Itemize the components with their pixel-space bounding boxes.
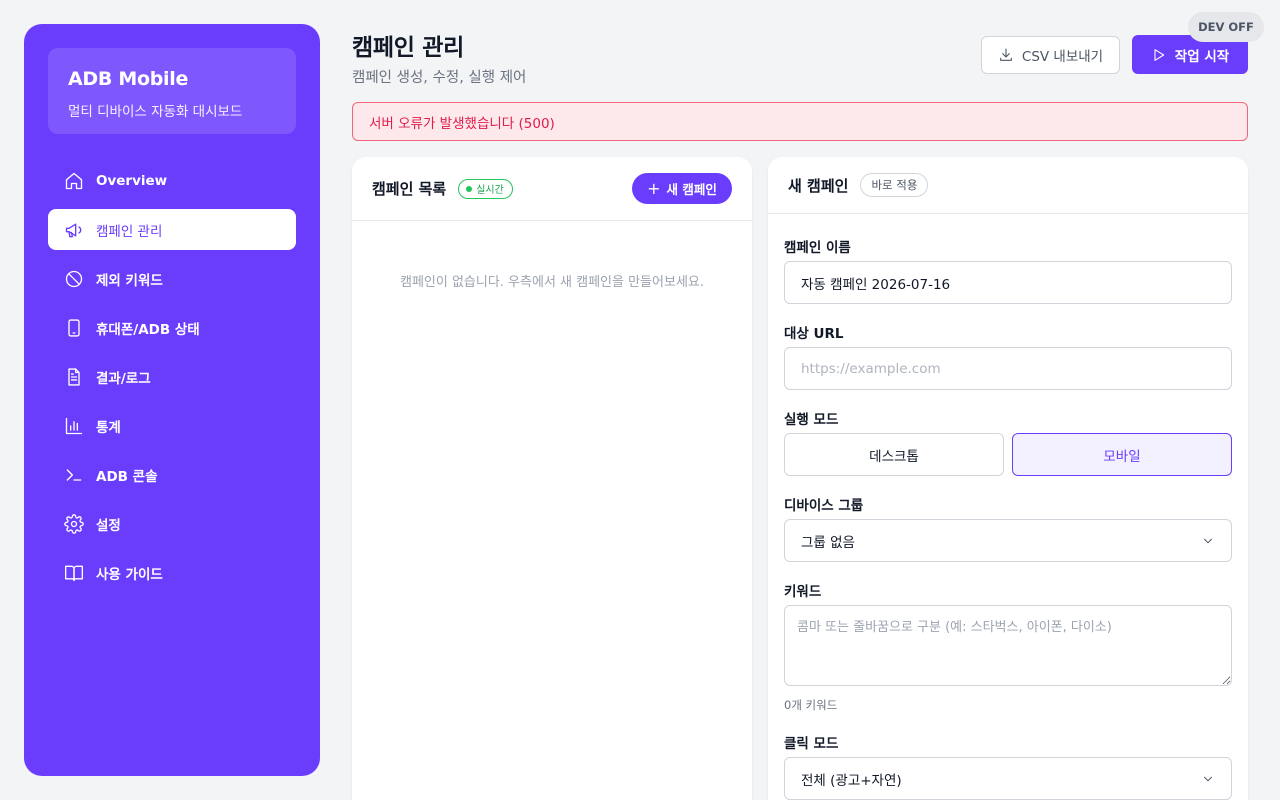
- campaign-name-input[interactable]: [784, 261, 1232, 304]
- start-job-label: 작업 시작: [1174, 48, 1230, 65]
- brand-panel: ADB Mobile 멀티 디바이스 자동화 대시보드: [48, 48, 296, 134]
- sidebar-item-campaigns[interactable]: 캠페인 관리: [48, 209, 296, 250]
- csv-export-label: CSV 내보내기: [1021, 49, 1104, 65]
- gear-icon: [64, 513, 84, 534]
- terminal-icon: [64, 465, 84, 485]
- ban-icon: [64, 269, 84, 289]
- page-subtitle: 캠페인 생성, 수정, 실행 제어: [352, 70, 527, 86]
- sidebar-item-label: 설정: [96, 517, 121, 534]
- campaign-list-card: 캠페인 목록 실시간 + 새 캠페인 캠페인이 없습니다. 우측에서 새 캠페인…: [352, 157, 752, 800]
- apply-now-badge: 바로 적용: [860, 173, 929, 197]
- live-dot-icon: [466, 185, 473, 192]
- play-icon: [1154, 48, 1164, 61]
- download-icon: [1000, 48, 1012, 61]
- sidebar-item-label: ADB 콘솔: [96, 468, 158, 485]
- device-group-select[interactable]: 그룹 없음: [784, 519, 1232, 562]
- sidebar-item-results[interactable]: 결과/로그: [48, 356, 296, 397]
- book-icon: [64, 563, 84, 583]
- campaign-list-header: 캠페인 목록 실시간 + 새 캠페인: [352, 157, 752, 221]
- sidebar-item-label: 캠페인 관리: [96, 223, 163, 240]
- mode-mobile-button[interactable]: 모바일: [1012, 433, 1232, 476]
- keyword-count: 0개 키워드: [784, 698, 838, 712]
- mode-desktop-button[interactable]: 데스크톱: [784, 433, 1004, 476]
- target-url-input[interactable]: [784, 347, 1232, 390]
- run-mode-label: 실행 모드: [784, 412, 839, 428]
- csv-export-button[interactable]: CSV 내보내기: [981, 36, 1120, 74]
- campaign-name-label: 캠페인 이름: [784, 240, 851, 256]
- keyword-textarea[interactable]: [784, 605, 1232, 686]
- new-campaign-button[interactable]: + 새 캠페인: [632, 173, 732, 204]
- sidebar-item-label: 휴대폰/ADB 상태: [96, 321, 200, 338]
- form-header: 새 캠페인 바로 적용: [768, 157, 1248, 214]
- target-url-label: 대상 URL: [784, 326, 844, 342]
- home-icon: [64, 171, 84, 191]
- device-group-label: 디바이스 그룹: [784, 498, 864, 514]
- sidebar-item-guide[interactable]: 사용 가이드: [48, 552, 296, 593]
- keyword-label: 키워드: [784, 584, 822, 600]
- empty-state-message: 캠페인이 없습니다. 우측에서 새 캠페인을 만들어보세요.: [399, 275, 704, 290]
- sidebar-item-label: 통계: [96, 419, 121, 436]
- error-banner: 서버 오류가 발생했습니다 (500): [352, 102, 1248, 141]
- sidebar-item-label: 결과/로그: [96, 370, 151, 387]
- megaphone-icon: [64, 220, 84, 240]
- phone-icon: [64, 318, 84, 338]
- sidebar-item-phone-status[interactable]: 휴대폰/ADB 상태: [48, 307, 296, 348]
- new-campaign-label: 새 캠페인: [666, 182, 717, 197]
- campaign-list-title: 캠페인 목록: [372, 180, 447, 198]
- bar-chart-icon: [64, 416, 84, 436]
- click-mode-value: 전체 (광고+자연): [801, 772, 902, 789]
- sidebar-item-label: 제외 키워드: [96, 272, 163, 289]
- live-badge-label: 실시간: [476, 185, 504, 196]
- sidebar-item-label: 사용 가이드: [96, 566, 163, 583]
- sidebar-item-overview[interactable]: Overview: [48, 160, 296, 201]
- chevron-down-icon: [1201, 534, 1215, 548]
- brand-title: ADB Mobile: [68, 68, 189, 90]
- dev-mode-badge[interactable]: DEV OFF: [1188, 12, 1264, 42]
- sidebar-item-excluded-keywords[interactable]: 제외 키워드: [48, 258, 296, 299]
- click-mode-select[interactable]: 전체 (광고+자연): [784, 757, 1232, 800]
- brand-subtitle: 멀티 디바이스 자동화 대시보드: [68, 104, 243, 120]
- chevron-down-icon: [1201, 772, 1215, 786]
- sidebar-item-label: Overview: [96, 172, 168, 189]
- sidebar-item-adb-console[interactable]: ADB 콘솔: [48, 454, 296, 495]
- sidebar: ADB Mobile 멀티 디바이스 자동화 대시보드 Overview 캠페인…: [24, 24, 320, 776]
- plus-icon: +: [647, 178, 661, 198]
- sidebar-nav: Overview 캠페인 관리 제외 키워드 휴대폰/ADB 상태 결과/로그 …: [48, 160, 296, 593]
- page-title: 캠페인 관리: [352, 35, 465, 61]
- sidebar-item-stats[interactable]: 통계: [48, 405, 296, 446]
- form-title: 새 캠페인: [788, 176, 849, 195]
- sidebar-item-settings[interactable]: 설정: [48, 503, 296, 544]
- click-mode-label: 클릭 모드: [784, 736, 839, 752]
- document-icon: [64, 367, 84, 387]
- live-status-badge: 실시간: [458, 178, 513, 199]
- new-campaign-form-card: 새 캠페인 바로 적용 캠페인 이름 대상 URL 실행 모드 데스크톱 모바일…: [768, 157, 1248, 800]
- device-group-value: 그룹 없음: [801, 534, 855, 551]
